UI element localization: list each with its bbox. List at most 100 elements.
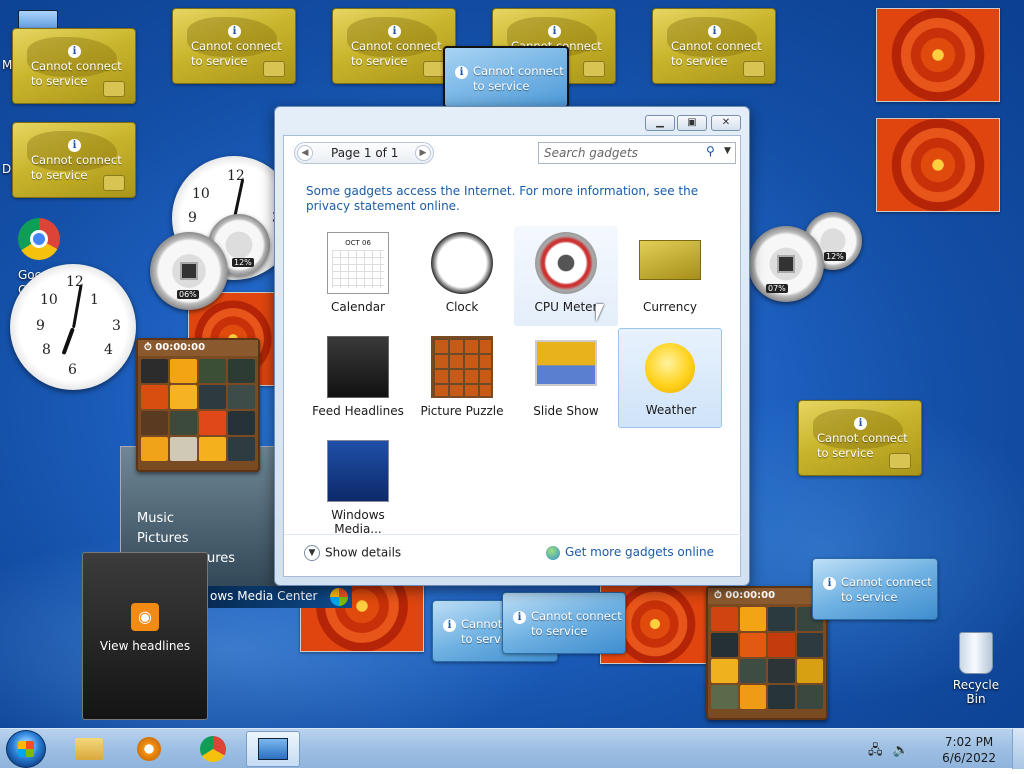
gadget-tile-feed-headlines[interactable]: Feed Headlines <box>306 330 410 430</box>
currency-gadget[interactable]: i Cannot connectto service <box>332 8 456 84</box>
info-icon: i <box>708 25 721 38</box>
puzzle-tile[interactable] <box>170 359 197 383</box>
gadget-label: Currency <box>642 300 698 314</box>
picture-puzzle-gadget[interactable]: ⏱ 00:00:00 <box>136 338 260 472</box>
system-tray: 🖧 🔈 <box>868 741 909 763</box>
privacy-note[interactable]: Some gadgets access the Internet. For mo… <box>306 184 716 214</box>
puzzle-tile[interactable] <box>768 685 795 709</box>
taskbar-clock[interactable]: 7:02 PM 6/6/2022 <box>942 734 996 766</box>
puzzle-tile[interactable] <box>796 633 823 657</box>
chevron-down-icon[interactable]: ▼ <box>724 146 731 156</box>
gadget-gallery-window[interactable]: ▁ ▣ ✕ ◀ Page 1 of 1 ▶ Search gadgets ⚲ ▼… <box>274 106 750 586</box>
puzzle-tile[interactable] <box>228 437 255 461</box>
puzzle-tile[interactable] <box>711 659 738 683</box>
puzzle-tile[interactable] <box>141 359 168 383</box>
puzzle-tile[interactable] <box>768 633 795 657</box>
feed-view-headlines[interactable]: View headlines <box>83 639 207 653</box>
puzzle-tile[interactable] <box>228 385 255 409</box>
currency-gadget[interactable]: i Cannot connectto service <box>798 400 922 476</box>
currency-status-line1: Cannot connect <box>191 39 282 53</box>
currency-gadget[interactable]: i Cannot connectto service <box>812 558 938 620</box>
puzzle-tile[interactable] <box>199 359 226 383</box>
feed-headlines-gadget[interactable]: ◉ View headlines <box>82 552 208 720</box>
gadget-tile-windows-media[interactable]: Windows Media... <box>306 434 410 536</box>
puzzle-tile[interactable] <box>228 359 255 383</box>
next-page-button[interactable]: ▶ <box>415 145 431 161</box>
taskbar-media-player-button[interactable] <box>122 731 176 767</box>
network-icon[interactable]: 🖧 <box>868 743 883 758</box>
cpu-meter-gadget[interactable]: 07% <box>748 226 824 302</box>
gallery-footer: ▼ Show details Get more gadgets online <box>284 534 742 576</box>
currency-gadget[interactable]: i Cannot connectto service <box>12 28 136 104</box>
restore-button[interactable]: ▣ <box>677 115 707 131</box>
slideshow-photo[interactable] <box>876 8 1000 102</box>
taskbar-chrome-button[interactable] <box>186 731 240 767</box>
puzzle-tile[interactable] <box>739 685 766 709</box>
puzzle-tile[interactable] <box>141 385 168 409</box>
currency-gadget[interactable]: i Cannot connectto service <box>172 8 296 84</box>
puzzle-tile[interactable] <box>141 411 168 435</box>
currency-status-line1: Cannot connect <box>31 153 122 167</box>
slideshow-photo[interactable] <box>876 118 1000 212</box>
gadget-tile-clock[interactable]: Clock <box>410 226 514 326</box>
puzzle-tile[interactable] <box>768 607 795 631</box>
currency-gadget-dragging[interactable]: i Cannot connect to service <box>443 46 569 108</box>
puzzle-tile[interactable] <box>170 385 197 409</box>
picture-puzzle-gadget[interactable]: ⏱ 00:00:00 <box>706 586 828 720</box>
chrome-icon <box>200 736 226 762</box>
get-more-gadgets-link[interactable]: Get more gadgets online <box>545 545 714 560</box>
currency-gadget[interactable]: i Cannot connectto service <box>12 122 136 198</box>
puzzle-tile[interactable] <box>739 633 766 657</box>
volume-icon[interactable]: 🔈 <box>893 743 909 758</box>
puzzle-grid[interactable] <box>708 604 826 712</box>
media-center-title-bar[interactable]: ows Media Center <box>196 586 352 608</box>
puzzle-tile[interactable] <box>739 607 766 631</box>
media-center-label-music: Music <box>137 511 174 526</box>
picture-puzzle-icon <box>431 336 493 398</box>
previous-page-button[interactable]: ◀ <box>297 145 313 161</box>
puzzle-tile[interactable] <box>768 659 795 683</box>
taskbar-gadgets-button[interactable] <box>246 731 300 767</box>
recycle-bin-icon[interactable]: Recycle Bin <box>944 632 1008 706</box>
puzzle-tile[interactable] <box>170 411 197 435</box>
puzzle-tile[interactable] <box>170 437 197 461</box>
start-button[interactable] <box>6 730 46 768</box>
close-button[interactable]: ✕ <box>711 115 741 131</box>
chrome-icon[interactable] <box>18 218 60 260</box>
minimize-button[interactable]: ▁ <box>645 115 675 131</box>
gadget-tile-picture-puzzle[interactable]: Picture Puzzle <box>410 330 514 430</box>
show-details-button[interactable]: ▼ Show details <box>304 545 401 561</box>
clock-hand <box>61 327 75 355</box>
currency-gadget[interactable]: i Cannot connectto service <box>652 8 776 84</box>
cpu-meter-gadget[interactable]: 06% <box>150 232 228 310</box>
puzzle-tile[interactable] <box>796 685 823 709</box>
puzzle-tile[interactable] <box>711 685 738 709</box>
recycle-bin-label: Recycle Bin <box>952 678 1000 706</box>
rss-icon: ◉ <box>131 603 159 631</box>
show-desktop-button[interactable] <box>1012 729 1024 769</box>
puzzle-tile[interactable] <box>711 607 738 631</box>
clock-gadget[interactable]: 12 3 9 10 1 4 8 6 <box>10 264 136 390</box>
puzzle-tile[interactable] <box>796 659 823 683</box>
taskbar-explorer-button[interactable] <box>62 731 116 767</box>
gadget-tile-weather[interactable]: Weather <box>618 328 722 428</box>
search-icon[interactable]: ⚲ <box>706 144 715 158</box>
puzzle-tile[interactable] <box>228 411 255 435</box>
clock-numeral: 8 <box>42 342 51 358</box>
puzzle-time: 00:00:00 <box>725 590 776 601</box>
currency-gadget[interactable]: i Cannot connectto service <box>502 592 626 654</box>
gadget-tile-calendar[interactable]: OCT 06 Calendar <box>306 226 410 326</box>
gadget-tile-slide-show[interactable]: Slide Show <box>514 330 618 430</box>
currency-icon <box>639 240 701 280</box>
clock-date: 6/6/2022 <box>942 751 996 765</box>
puzzle-tile[interactable] <box>199 385 226 409</box>
puzzle-tile[interactable] <box>711 633 738 657</box>
currency-status-line2: to service <box>671 54 728 68</box>
puzzle-tile[interactable] <box>739 659 766 683</box>
gadgets-icon <box>258 738 288 760</box>
puzzle-tile[interactable] <box>141 437 168 461</box>
puzzle-grid[interactable] <box>138 356 258 464</box>
gadget-tile-currency[interactable]: Currency <box>618 226 722 326</box>
puzzle-tile[interactable] <box>199 411 226 435</box>
puzzle-tile[interactable] <box>199 437 226 461</box>
